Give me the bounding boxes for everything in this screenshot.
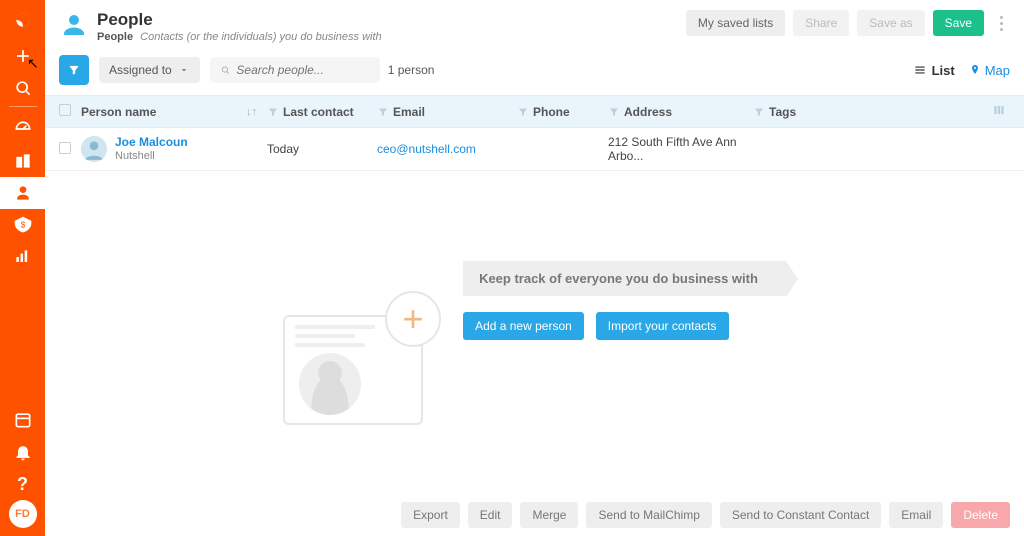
email-button[interactable]: Email (889, 502, 943, 528)
sidebar: $ ? FD (0, 0, 45, 536)
search-input-wrapper[interactable] (210, 57, 380, 83)
send-mailchimp-button[interactable]: Send to MailChimp (586, 502, 711, 528)
table-header: Person name ↓↑ Last contact Email Phone … (45, 95, 1024, 128)
plus-icon: + (385, 291, 441, 347)
page-header: People People Contacts (or the individua… (45, 0, 1024, 49)
share-button[interactable]: Share (793, 10, 849, 36)
silhouette-icon (299, 353, 361, 415)
nav-leads-icon[interactable]: $ (0, 209, 45, 241)
empty-state-headline: Keep track of everyone you do business w… (463, 261, 786, 296)
row-checkbox[interactable] (59, 142, 71, 154)
export-button[interactable]: Export (401, 502, 460, 528)
filter-icon (753, 106, 765, 118)
bulk-action-footer: Export Edit Merge Send to MailChimp Send… (45, 494, 1024, 536)
filter-icon (267, 106, 279, 118)
nav-notifications-icon[interactable] (0, 436, 45, 468)
delete-button[interactable]: Delete (951, 502, 1010, 528)
cell-address: 212 South Fifth Ave Ann Arbo... (608, 135, 753, 163)
svg-text:$: $ (20, 220, 25, 230)
col-tags[interactable]: Tags (753, 105, 992, 119)
toolbar: Assigned to 1 person List Map (45, 49, 1024, 95)
col-last[interactable]: Last contact (267, 105, 377, 119)
page-title: People (97, 10, 382, 30)
add-person-button[interactable]: Add a new person (463, 312, 584, 340)
pin-icon (969, 64, 981, 76)
import-contacts-button[interactable]: Import your contacts (596, 312, 729, 340)
save-button[interactable]: Save (933, 10, 984, 36)
col-address[interactable]: Address (608, 105, 753, 119)
nav-dashboard-icon[interactable] (0, 113, 45, 145)
user-avatar[interactable]: FD (9, 500, 37, 528)
list-icon (913, 63, 927, 77)
page-subtitle: People Contacts (or the individuals) you… (97, 31, 382, 43)
table-row[interactable]: Joe Malcoun Nutshell Today ceo@nutshell.… (45, 128, 1024, 171)
filter-icon (377, 106, 389, 118)
saved-lists-button[interactable]: My saved lists (686, 10, 785, 36)
search-icon (220, 64, 231, 76)
people-icon (59, 10, 89, 40)
select-all-checkbox[interactable] (59, 104, 71, 116)
nav-calendar-icon[interactable] (0, 404, 45, 436)
col-name[interactable]: Person name ↓↑ (81, 105, 267, 119)
chevron-down-icon (178, 64, 190, 76)
avatar (81, 136, 107, 162)
logo-icon[interactable] (0, 0, 45, 40)
search-icon[interactable] (0, 72, 45, 104)
nav-people-icon[interactable] (0, 177, 45, 209)
list-view-button[interactable]: List (913, 63, 955, 78)
nav-reports-icon[interactable] (0, 241, 45, 273)
empty-state: + Keep track of everyone you do business… (45, 261, 1024, 340)
col-phone[interactable]: Phone (517, 105, 608, 119)
more-menu-icon[interactable] (992, 16, 1010, 31)
nav-companies-icon[interactable] (0, 145, 45, 177)
person-name[interactable]: Joe Malcoun (115, 136, 188, 150)
map-view-button[interactable]: Map (969, 63, 1010, 78)
edit-button[interactable]: Edit (468, 502, 513, 528)
send-constantcontact-button[interactable]: Send to Constant Contact (720, 502, 881, 528)
cell-last: Today (267, 142, 377, 156)
merge-button[interactable]: Merge (520, 502, 578, 528)
person-company[interactable]: Nutshell (115, 150, 188, 162)
nav-help-icon[interactable]: ? (0, 468, 45, 500)
assigned-filter[interactable]: Assigned to (99, 57, 200, 83)
col-email[interactable]: Email (377, 105, 517, 119)
cell-email: ceo@nutshell.com (377, 142, 517, 156)
filter-icon (517, 106, 529, 118)
add-icon[interactable] (0, 40, 45, 72)
columns-button[interactable] (992, 103, 1010, 120)
result-count: 1 person (388, 63, 435, 77)
main: People People Contacts (or the individua… (45, 0, 1024, 536)
filter-button[interactable] (59, 55, 89, 85)
sort-icon: ↓↑ (246, 106, 257, 118)
save-as-button[interactable]: Save as (857, 10, 924, 36)
email-link[interactable]: ceo@nutshell.com (377, 142, 476, 156)
search-input[interactable] (236, 63, 369, 77)
filter-icon (608, 106, 620, 118)
